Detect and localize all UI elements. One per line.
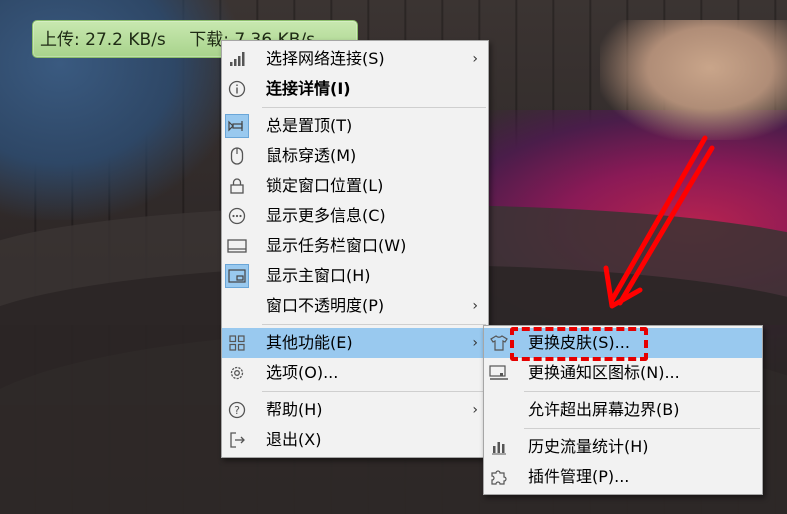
annotation-arrow-icon bbox=[603, 135, 715, 309]
